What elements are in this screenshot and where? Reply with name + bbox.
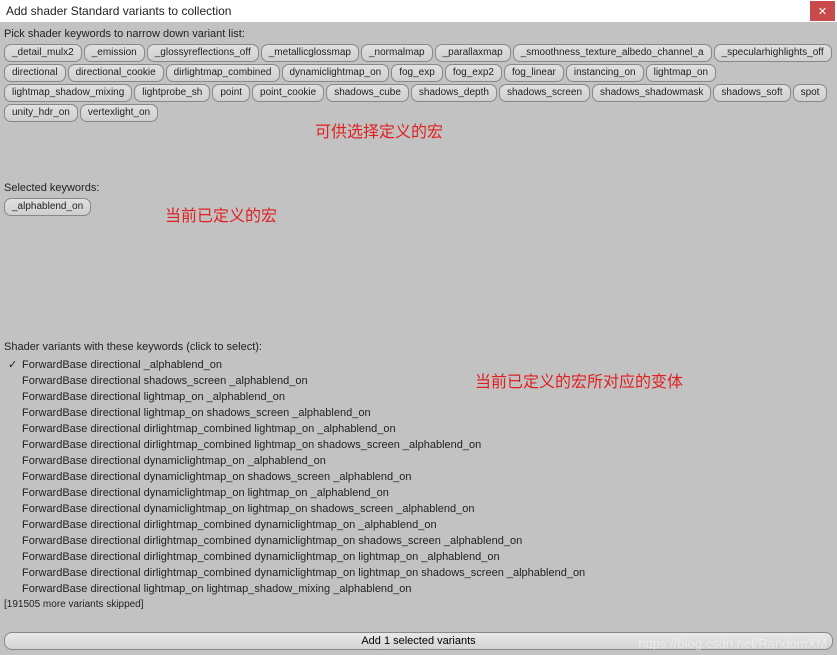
keyword-shadows_shadowmask[interactable]: shadows_shadowmask [592, 84, 711, 102]
keyword-directional[interactable]: directional [4, 64, 66, 82]
keyword-lightmap_on[interactable]: lightmap_on [646, 64, 716, 82]
variant-row[interactable]: ForwardBase directional shadows_screen _… [4, 373, 833, 389]
keyword-shadows_depth[interactable]: shadows_depth [411, 84, 497, 102]
keyword-fog_exp[interactable]: fog_exp [391, 64, 443, 82]
keyword-shadows_soft[interactable]: shadows_soft [713, 84, 790, 102]
close-icon: ✕ [818, 5, 827, 18]
pick-keywords-label: Pick shader keywords to narrow down vari… [0, 22, 837, 44]
pick-keywords-container: _detail_mulx2_emission_glossyreflections… [0, 44, 837, 126]
variant-row[interactable]: ForwardBase directional dirlightmap_comb… [4, 517, 833, 533]
keyword-lightprobe_sh[interactable]: lightprobe_sh [134, 84, 210, 102]
variant-list: ForwardBase directional _alphablend_onFo… [0, 357, 837, 597]
selected-keywords-container: _alphablend_on [0, 198, 837, 220]
selected-keywords-label: Selected keywords: [0, 176, 837, 198]
variants-label: Shader variants with these keywords (cli… [0, 335, 837, 357]
add-variants-button[interactable]: Add 1 selected variants [4, 632, 833, 650]
variant-row[interactable]: ForwardBase directional lightmap_on shad… [4, 405, 833, 421]
variant-row[interactable]: ForwardBase directional dirlightmap_comb… [4, 437, 833, 453]
keyword-point_cookie[interactable]: point_cookie [252, 84, 324, 102]
keyword-dynamiclightmap_on[interactable]: dynamiclightmap_on [282, 64, 390, 82]
close-button[interactable]: ✕ [810, 1, 835, 21]
variant-row[interactable]: ForwardBase directional dynamiclightmap_… [4, 469, 833, 485]
title-bar: Add shader Standard variants to collecti… [0, 0, 837, 22]
variant-row[interactable]: ForwardBase directional dirlightmap_comb… [4, 565, 833, 581]
keyword-shadows_cube[interactable]: shadows_cube [326, 84, 409, 102]
keyword-spot[interactable]: spot [793, 84, 828, 102]
variant-row[interactable]: ForwardBase directional lightmap_on _alp… [4, 389, 833, 405]
keyword-fog_exp2[interactable]: fog_exp2 [445, 64, 502, 82]
keyword-instancing_on[interactable]: instancing_on [566, 64, 644, 82]
keyword-shadows_screen[interactable]: shadows_screen [499, 84, 590, 102]
keyword-point[interactable]: point [212, 84, 250, 102]
variant-row[interactable]: ForwardBase directional _alphablend_on [4, 357, 833, 373]
keyword-_smoothness_texture_albedo_channel_a[interactable]: _smoothness_texture_albedo_channel_a [513, 44, 712, 62]
keyword-_emission[interactable]: _emission [84, 44, 145, 62]
bottom-bar: Add 1 selected variants [4, 632, 833, 650]
keyword-_metallicglossmap[interactable]: _metallicglossmap [261, 44, 359, 62]
variant-row[interactable]: ForwardBase directional dynamiclightmap_… [4, 453, 833, 469]
variant-row[interactable]: ForwardBase directional dynamiclightmap_… [4, 485, 833, 501]
variant-row[interactable]: ForwardBase directional dynamiclightmap_… [4, 501, 833, 517]
variants-skipped: [191505 more variants skipped] [0, 597, 837, 612]
keyword-_detail_mulx2[interactable]: _detail_mulx2 [4, 44, 82, 62]
keyword-_specularhighlights_off[interactable]: _specularhighlights_off [714, 44, 832, 62]
keyword-fog_linear[interactable]: fog_linear [504, 64, 564, 82]
variant-row[interactable]: ForwardBase directional lightmap_on ligh… [4, 581, 833, 597]
keyword-dirlightmap_combined[interactable]: dirlightmap_combined [166, 64, 280, 82]
variant-row[interactable]: ForwardBase directional dirlightmap_comb… [4, 533, 833, 549]
keyword-_glossyreflections_off[interactable]: _glossyreflections_off [147, 44, 259, 62]
variant-row[interactable]: ForwardBase directional dirlightmap_comb… [4, 549, 833, 565]
selected-keyword-_alphablend_on[interactable]: _alphablend_on [4, 198, 91, 216]
keyword-directional_cookie[interactable]: directional_cookie [68, 64, 164, 82]
variant-row[interactable]: ForwardBase directional dirlightmap_comb… [4, 421, 833, 437]
keyword-lightmap_shadow_mixing[interactable]: lightmap_shadow_mixing [4, 84, 132, 102]
window-title: Add shader Standard variants to collecti… [6, 4, 810, 18]
keyword-vertexlight_on[interactable]: vertexlight_on [80, 104, 158, 122]
keyword-_normalmap[interactable]: _normalmap [361, 44, 433, 62]
keyword-unity_hdr_on[interactable]: unity_hdr_on [4, 104, 78, 122]
keyword-_parallaxmap[interactable]: _parallaxmap [435, 44, 511, 62]
